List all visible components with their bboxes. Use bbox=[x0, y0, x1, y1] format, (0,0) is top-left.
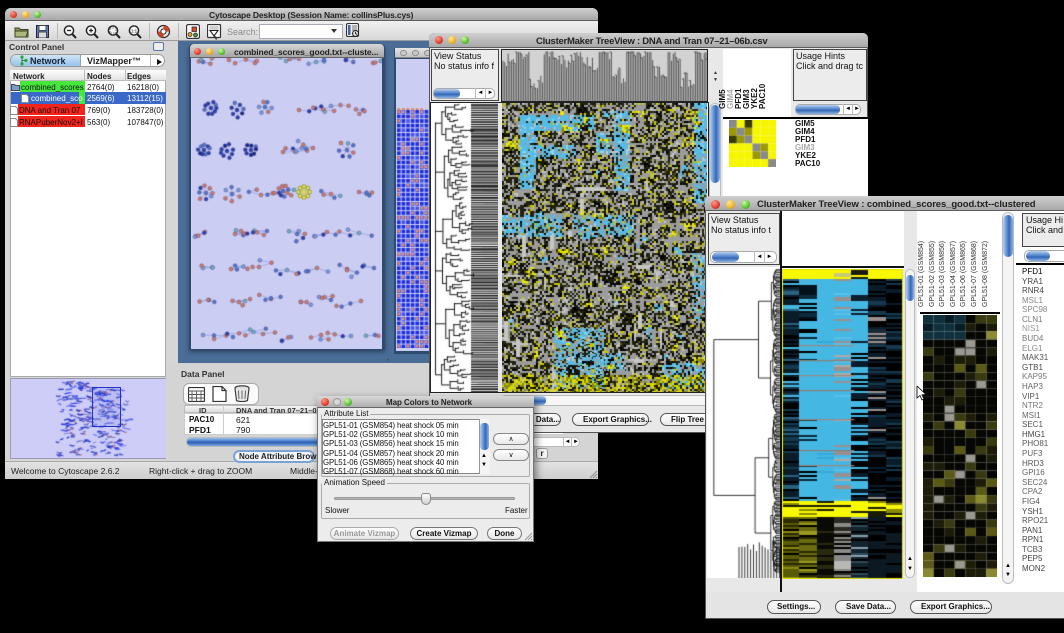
svg-text:1:1: 1:1 bbox=[131, 29, 138, 34]
